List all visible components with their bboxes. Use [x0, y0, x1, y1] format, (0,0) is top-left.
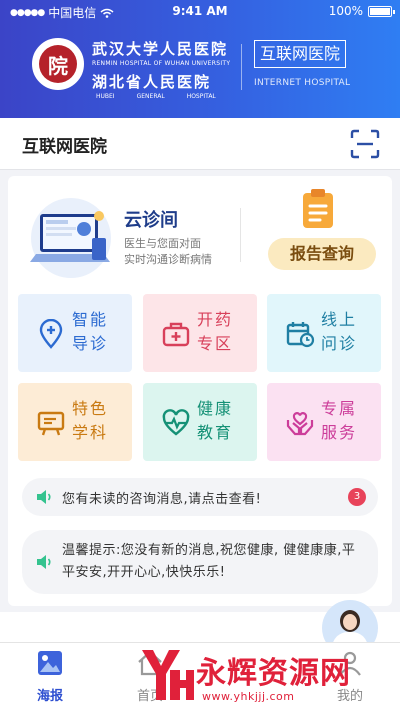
- status-bar: ●●●●● 中国电信 9:41 AM 100%: [0, 0, 400, 24]
- tip-text: 温馨提示:您没有新的消息,祝您健康, 健健康康,平平安安,开开心心,快快乐乐!: [62, 543, 356, 580]
- medicine-kit-icon: [162, 322, 190, 347]
- speaker-icon: [37, 490, 51, 504]
- tile-label-line: 服务: [321, 423, 358, 442]
- header-divider: [241, 44, 242, 90]
- header-banner: ●●●●● 中国电信 9:41 AM 100% 院 武汉大学人民医院 RENMI…: [0, 0, 400, 118]
- tile-label-line: 智能: [72, 310, 109, 329]
- watermark-url: www.yhkjjj.com: [202, 690, 295, 703]
- battery-percent: 100%: [328, 4, 363, 18]
- unread-count-badge: 3: [348, 488, 366, 506]
- tile-label-line: 专区: [197, 334, 234, 353]
- title-bar: 互联网医院: [0, 118, 400, 170]
- section-divider: [240, 208, 241, 262]
- watermark: 永辉资源网 www.yhkjjj.com: [136, 640, 400, 710]
- tile-label-line: 健康: [197, 399, 234, 418]
- tile-featured-discipline[interactable]: 特色 学科: [18, 383, 132, 461]
- internet-hospital-badge: 互联网医院: [254, 40, 347, 68]
- tile-label-line: 问诊: [321, 334, 358, 353]
- tile-label-line: 学科: [72, 423, 109, 442]
- watermark-logo-icon: [142, 650, 194, 700]
- internet-hospital-en: INTERNET HOSPITAL: [254, 78, 351, 88]
- unread-message-text: 您有未读的咨询消息,请点击查看!: [62, 492, 262, 507]
- tile-label: 专属 服务: [321, 397, 369, 445]
- hospital-logo-emblem: 院: [39, 45, 77, 83]
- page-title: 互联网医院: [22, 137, 107, 157]
- battery-icon: [368, 5, 395, 17]
- tile-exclusive-service[interactable]: 专属 服务: [267, 383, 381, 461]
- heart-pulse-icon: [162, 409, 190, 436]
- speaker-icon: [37, 555, 51, 569]
- tile-label: 健康 教育: [197, 397, 245, 445]
- avatar-face: [343, 614, 357, 630]
- hospital-name-en: RENMIN HOSPITAL OF WUHAN UNIVERSITY: [92, 60, 231, 67]
- tile-label-line: 教育: [197, 423, 234, 442]
- battery-indicator: 100%: [328, 4, 395, 18]
- hospital-logo: 院: [32, 38, 84, 90]
- tip-notice: 温馨提示:您没有新的消息,祝您健康, 健健康康,平平安安,开开心心,快快乐乐!: [22, 530, 378, 594]
- cloud-clinic-illustration[interactable]: [26, 196, 116, 280]
- cloud-clinic-subtitle: 医生与您面对面 实时沟通诊断病情: [124, 236, 212, 268]
- tab-label: 海报: [36, 689, 63, 704]
- hospital-name-cn: 武汉大学人民医院: [92, 40, 229, 58]
- tile-label-line: 线上: [321, 310, 358, 329]
- cloud-clinic-line1: 医生与您面对面: [124, 237, 201, 250]
- scan-icon[interactable]: [350, 129, 380, 159]
- hospital-name2-en-word: HOSPITAL: [186, 93, 216, 100]
- tile-health-education[interactable]: 健康 教育: [143, 383, 257, 461]
- hospital-name2-en-word: HUBEI: [96, 93, 115, 100]
- tile-label: 特色 学科: [72, 397, 120, 445]
- tile-label-line: 特色: [72, 399, 109, 418]
- tile-label-line: 专属: [321, 399, 358, 418]
- tile-label: 线上 问诊: [321, 308, 369, 356]
- tile-label: 智能 导诊: [72, 308, 120, 356]
- tile-label-line: 开药: [197, 310, 234, 329]
- report-query-button[interactable]: 报告查询: [268, 238, 376, 270]
- cloud-clinic-title[interactable]: 云诊间: [124, 206, 178, 232]
- board-icon: [37, 411, 65, 436]
- unread-message-notice[interactable]: 您有未读的咨询消息,请点击查看! 3: [22, 478, 378, 516]
- tile-label: 开药 专区: [197, 308, 245, 356]
- cloud-clinic-line2: 实时沟通诊断病情: [124, 253, 212, 266]
- poster-icon: [38, 651, 62, 675]
- calendar-clock-icon: [286, 322, 315, 348]
- report-clipboard-icon[interactable]: [300, 188, 336, 230]
- tile-online-consult[interactable]: 线上 问诊: [267, 294, 381, 372]
- hospital-names: 武汉大学人民医院 RENMIN HOSPITAL OF WUHAN UNIVER…: [92, 38, 230, 100]
- hands-heart-icon: [286, 412, 314, 436]
- hospital-name2-cn: 湖北省人民医院: [92, 73, 212, 91]
- tile-medicine-zone[interactable]: 开药 专区: [143, 294, 257, 372]
- watermark-text: 永辉资源网: [196, 656, 351, 691]
- tile-label-line: 导诊: [72, 334, 109, 353]
- tile-smart-guide[interactable]: 智能 导诊: [18, 294, 132, 372]
- hospital-name2-en-word: GENERAL: [136, 93, 165, 100]
- location-plus-icon: [39, 319, 63, 349]
- tab-poster[interactable]: 海报: [10, 649, 90, 704]
- hospital-name2-en: HUBEI GENERAL HOSPITAL: [92, 93, 230, 100]
